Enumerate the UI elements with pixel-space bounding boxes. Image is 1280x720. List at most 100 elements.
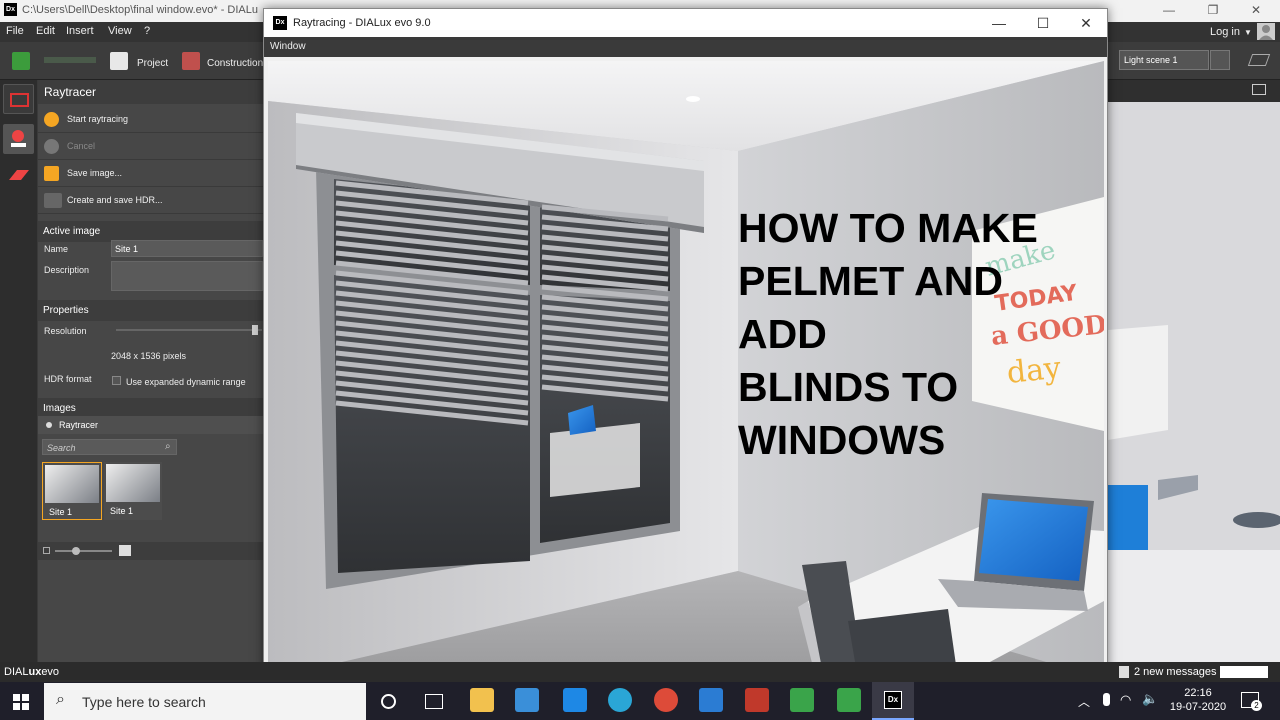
save-icon[interactable] (12, 52, 30, 70)
restore-icon[interactable]: ❐ (1199, 2, 1227, 18)
thumbnail-label: Site 1 (49, 507, 73, 517)
light-icon[interactable] (3, 124, 34, 154)
clock-date: 19-07-2020 (1169, 701, 1227, 713)
name-field[interactable]: Site 1 (111, 240, 263, 257)
menu-window[interactable]: Window (270, 41, 306, 52)
menu-help[interactable]: ? (144, 25, 150, 37)
network-icon[interactable]: ◠ (1120, 692, 1131, 708)
image-thumbnail[interactable]: Site 1 (104, 462, 162, 520)
save-image-button[interactable]: Save image... (38, 160, 263, 187)
main-viewport[interactable] (1108, 80, 1280, 662)
radio-icon (46, 422, 52, 428)
brand-part: DIAL (4, 666, 29, 678)
thumbnail-preview (45, 465, 99, 503)
light-scene-select[interactable]: Light scene 1 (1119, 50, 1209, 70)
taskbar: ⌕ Type here to search Dx ︿ ◠ 🔈 22:16 19-… (0, 682, 1280, 720)
file-explorer-icon[interactable] (470, 688, 494, 712)
taskbar-dialux-active[interactable]: Dx (872, 682, 914, 720)
edge-icon[interactable] (608, 688, 632, 712)
tray-chevron-icon[interactable]: ︿ (1078, 693, 1090, 710)
progress-box (1220, 666, 1268, 678)
panel-title: Raytracer (44, 85, 97, 99)
image-source-tab[interactable]: Raytracer (38, 416, 263, 434)
save-image-icon (44, 166, 59, 181)
active-image-heading: Active image (38, 221, 263, 242)
hdr-format-label: HDR format (44, 374, 92, 384)
volume-icon[interactable]: 🔈 (1142, 691, 1158, 707)
message-icon[interactable] (1119, 666, 1129, 678)
menu-insert[interactable]: Insert (66, 25, 94, 37)
cancel-button[interactable]: Cancel (38, 133, 263, 160)
store-icon[interactable] (515, 688, 539, 712)
zoom-slider-thumb[interactable] (72, 547, 81, 555)
camtasia-recorder-icon[interactable] (837, 688, 861, 712)
start-raytracing-button[interactable]: Start raytracing (38, 106, 263, 133)
viewport-header (1108, 80, 1280, 102)
undo-redo-icon[interactable] (44, 57, 96, 63)
task-view-icon[interactable] (425, 694, 443, 709)
resolution-slider-track[interactable] (116, 325, 262, 335)
zoom-slider-track[interactable] (55, 547, 112, 555)
windows-start-icon[interactable] (13, 694, 29, 710)
hdr-icon (44, 193, 62, 208)
save-image-label: Save image... (67, 168, 123, 178)
chrome-icon[interactable] (654, 688, 678, 712)
pdf-icon[interactable] (745, 688, 769, 712)
resolution-label: Resolution (44, 326, 87, 336)
resolution-value: 2048 x 1536 pixels (111, 351, 187, 361)
properties-heading: Properties (38, 300, 263, 321)
login-chevron-icon[interactable]: ▼ (1244, 28, 1252, 37)
menu-file[interactable]: File (6, 25, 24, 37)
minimize-icon[interactable]: — (1155, 2, 1183, 18)
mode-strip (0, 80, 37, 662)
search-icon[interactable]: ⌕ (165, 441, 171, 452)
avatar[interactable] (1257, 23, 1275, 40)
writer-icon[interactable] (699, 688, 723, 712)
raytracing-titlebar: Dx Raytracing - DIALux evo 9.0 — ☐ ✕ (264, 9, 1107, 37)
messages-status[interactable]: 2 new messages (1134, 666, 1217, 678)
create-hdr-button[interactable]: Create and save HDR... (38, 187, 263, 214)
cancel-icon (44, 139, 59, 154)
small-thumb-icon[interactable] (43, 547, 50, 554)
image-search-input[interactable]: Search ⌕ (42, 439, 177, 455)
microphone-icon[interactable] (1103, 693, 1110, 706)
scene-options-icon[interactable] (1210, 50, 1230, 70)
rt-close-icon[interactable]: ✕ (1071, 15, 1101, 31)
dialux-brand: DIALuxevo (4, 666, 59, 678)
construction-icon[interactable] (182, 52, 200, 70)
raytracer-panel: Raytracer Start raytracing Cancel Save i… (38, 80, 263, 662)
rt-minimize-icon[interactable]: — (984, 15, 1014, 31)
taskbar-search-box[interactable]: ⌕ Type here to search (44, 683, 366, 720)
thumbnail-zoom-bar (38, 542, 263, 560)
login-link[interactable]: Log in (1210, 26, 1240, 38)
project-button[interactable]: Project (137, 58, 168, 69)
camtasia-icon[interactable] (790, 688, 814, 712)
project-icon[interactable] (110, 52, 128, 70)
surface-icon[interactable] (3, 160, 34, 190)
taskbar-clock[interactable]: 22:16 19-07-2020 (1168, 686, 1228, 714)
video-headline: HOW TO MAKE PELMET AND ADD BLINDS TO WIN… (738, 202, 1098, 467)
large-thumb-icon[interactable] (119, 545, 131, 556)
thumbnail-label: Site 1 (110, 506, 134, 516)
image-search-placeholder: Search (47, 443, 76, 453)
panel-header: Raytracer (38, 80, 263, 104)
dialux-logo-icon: Dx (273, 16, 287, 30)
resolution-slider-thumb[interactable] (251, 325, 258, 335)
description-field[interactable] (111, 261, 263, 291)
cortana-icon[interactable] (381, 694, 396, 709)
image-thumbnail[interactable]: Site 1 (42, 462, 102, 520)
mail-icon[interactable] (563, 688, 587, 712)
menu-view[interactable]: View (108, 25, 132, 37)
viewport-icon[interactable] (3, 84, 34, 114)
create-hdr-label: Create and save HDR... (67, 195, 163, 205)
thumbnail-preview (106, 464, 160, 502)
menu-edit[interactable]: Edit (36, 25, 55, 37)
notification-icon[interactable]: 2 (1241, 692, 1262, 711)
hdr-checkbox[interactable] (112, 376, 121, 385)
construction-button[interactable]: Construction (207, 58, 263, 69)
rt-maximize-icon[interactable]: ☐ (1028, 15, 1058, 31)
monitor-icon[interactable] (1252, 84, 1266, 95)
plane-icon[interactable] (1247, 54, 1271, 66)
clock-time: 22:16 (1184, 687, 1212, 699)
close-icon[interactable]: ✕ (1242, 2, 1270, 18)
